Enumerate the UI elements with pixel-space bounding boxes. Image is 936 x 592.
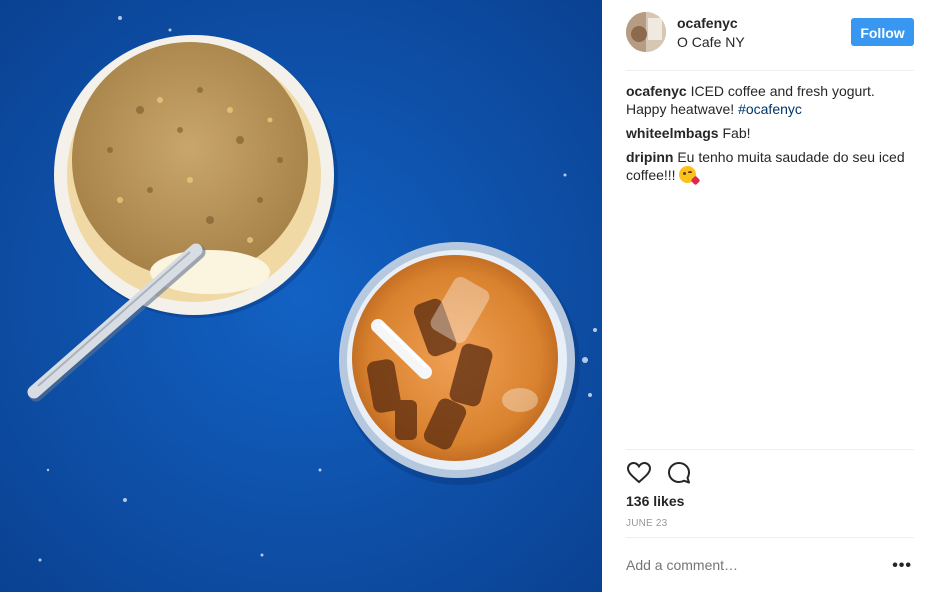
comment: dripinn Eu tenho muita saudade do seu ic… <box>626 148 916 186</box>
add-comment-input[interactable] <box>626 557 866 573</box>
heart-outline-icon[interactable] <box>626 460 652 486</box>
header-divider <box>626 70 914 71</box>
post-location[interactable]: O Cafe NY <box>677 34 745 50</box>
comment-text: Fab! <box>722 125 751 141</box>
post-username[interactable]: ocafenyc <box>677 15 738 31</box>
instagram-post: ocafenyc O Cafe NY Follow ocafenyc ICED … <box>0 0 936 592</box>
comment-author[interactable]: ocafenyc <box>626 83 687 99</box>
comment-author[interactable]: dripinn <box>626 149 673 165</box>
post-sidebar: ocafenyc O Cafe NY Follow ocafenyc ICED … <box>602 0 936 592</box>
comment-divider <box>626 537 914 538</box>
comments-list: ocafenyc ICED coffee and fresh yogurt. H… <box>626 82 916 190</box>
avatar[interactable] <box>626 12 666 52</box>
hashtag-link[interactable]: #ocafenyc <box>738 101 802 117</box>
photo-illustration <box>0 0 602 592</box>
comment: whiteelmbags Fab! <box>626 124 916 142</box>
likes-count[interactable]: 136 likes <box>626 493 684 509</box>
avatar-image <box>626 12 666 52</box>
post-header: ocafenyc O Cafe NY Follow <box>602 0 936 70</box>
comment: ocafenyc ICED coffee and fresh yogurt. H… <box>626 82 916 118</box>
ellipsis-icon[interactable]: ••• <box>892 558 912 574</box>
post-photo[interactable] <box>0 0 602 592</box>
follow-button[interactable]: Follow <box>851 18 914 46</box>
kiss-emoji-icon <box>679 166 701 186</box>
post-date: JUNE 23 <box>626 518 668 529</box>
actions-divider <box>626 449 914 450</box>
comment-author[interactable]: whiteelmbags <box>626 125 719 141</box>
speech-bubble-icon[interactable] <box>666 460 692 486</box>
